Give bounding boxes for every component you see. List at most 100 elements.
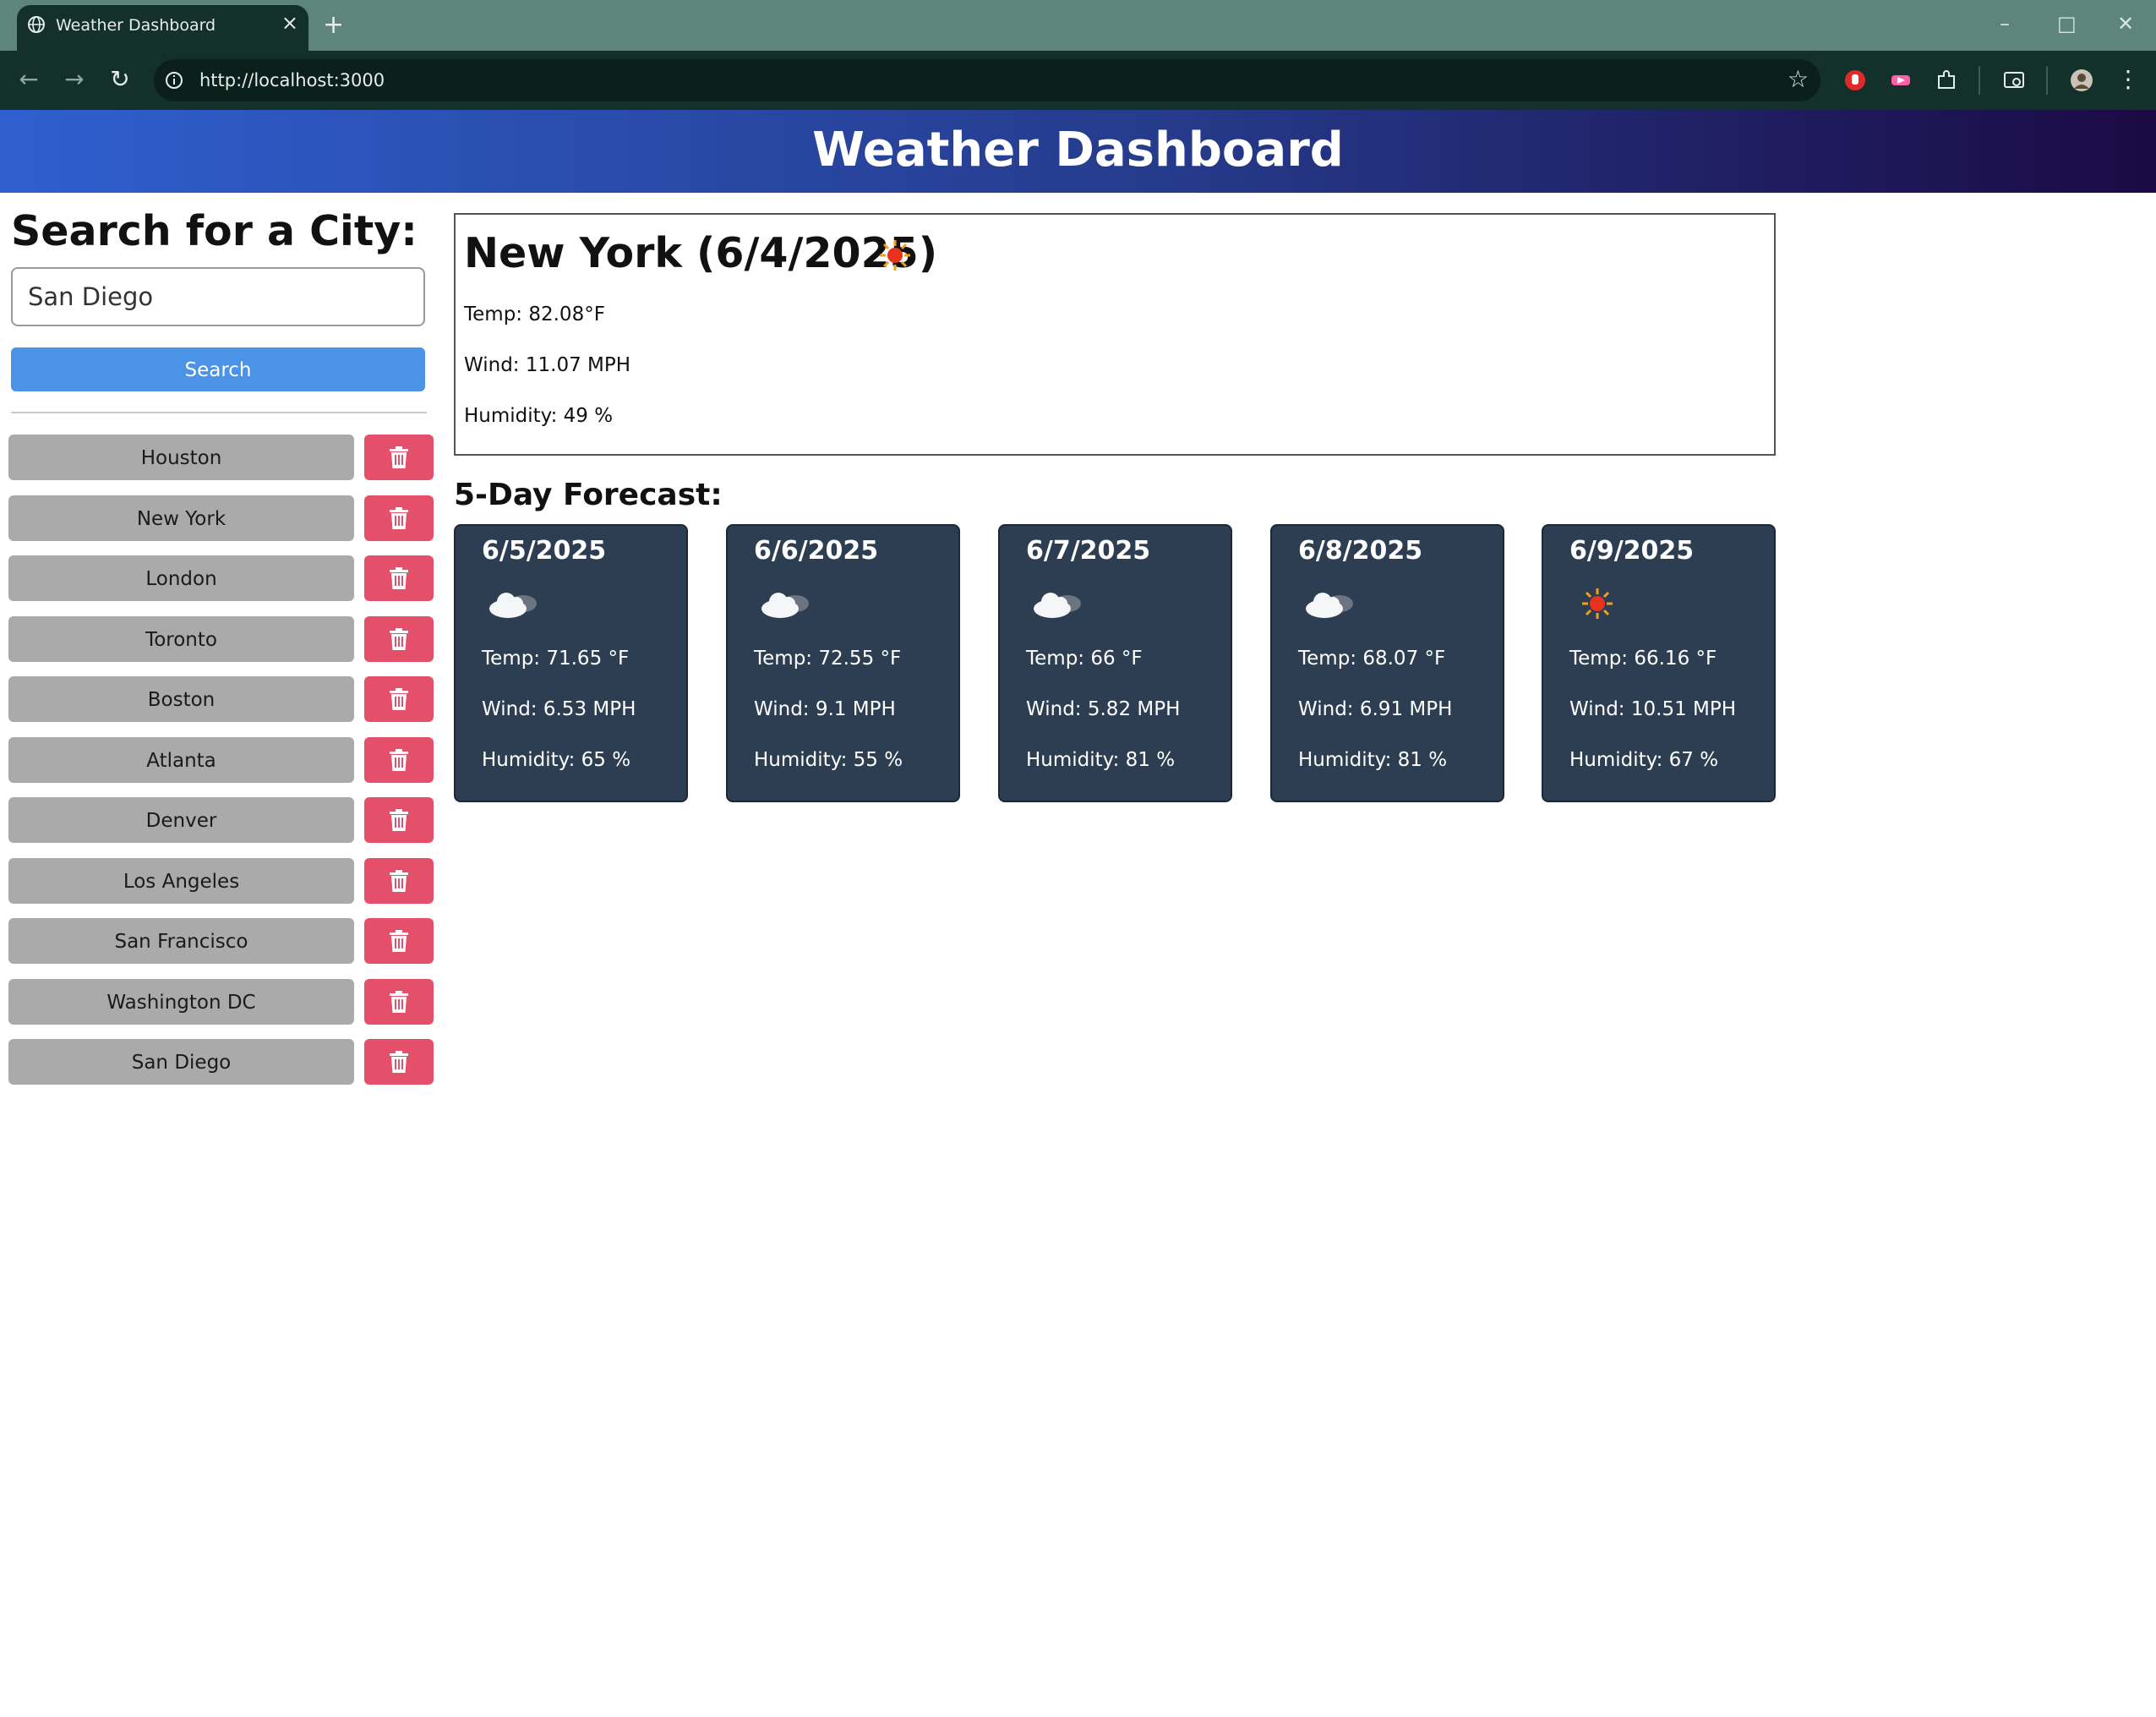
trash-icon (390, 869, 408, 892)
history-item: San Francisco (8, 918, 434, 964)
forecast-wind: Wind: 5.82 MPH (1026, 698, 1181, 720)
delete-city-button[interactable] (364, 978, 434, 1025)
forecast-temp: Temp: 66.16 °F (1569, 648, 1717, 670)
trash-icon (390, 809, 408, 831)
trash-icon (390, 688, 408, 710)
page-title: Weather Dashboard (812, 123, 1344, 178)
history-city-button[interactable]: Los Angeles (8, 857, 354, 904)
tab-title: Weather Dashboard (56, 16, 216, 35)
trash-icon (390, 567, 408, 589)
tab-search-icon[interactable] (2001, 68, 2027, 93)
forecast-date: 6/7/2025 (1026, 536, 1151, 566)
history-item: San Diego (8, 1039, 434, 1085)
delete-city-button[interactable] (364, 495, 434, 541)
history-item: New York (8, 495, 434, 541)
current-humidity: Humidity: 49 % (464, 405, 614, 427)
history-item: London (8, 555, 434, 601)
browser-tab-strip: Weather Dashboard × + – □ ✕ (0, 0, 2156, 51)
history-item: Boston (8, 676, 434, 722)
history-city-button[interactable]: San Diego (8, 1039, 354, 1085)
current-weather-title: New York (6/4/2025) (464, 229, 938, 277)
trash-icon (390, 506, 408, 529)
history-city-button[interactable]: London (8, 555, 354, 601)
delete-city-button[interactable] (364, 918, 434, 964)
back-icon[interactable]: ← (12, 63, 46, 96)
cloud-icon (1306, 593, 1353, 618)
maximize-icon[interactable]: □ (2057, 8, 2077, 39)
delete-city-button[interactable] (364, 435, 434, 480)
forecast-date: 6/5/2025 (482, 536, 607, 566)
browser-toolbar: ← → ↻ http://localhost:3000 ☆ ⋮ (0, 51, 2156, 110)
forecast-heading: 5-Day Forecast: (454, 478, 723, 512)
delete-city-button[interactable] (364, 615, 434, 662)
toolbar-separator (2046, 66, 2048, 95)
address-bar[interactable]: http://localhost:3000 ☆ (154, 59, 1820, 101)
url-text: http://localhost:3000 (199, 70, 385, 90)
forecast-date: 6/9/2025 (1569, 536, 1695, 566)
history-item: Atlanta (8, 736, 434, 783)
profile-avatar-icon[interactable] (2069, 68, 2094, 93)
window-close-icon[interactable]: ✕ (2117, 8, 2134, 39)
forward-icon[interactable]: → (57, 63, 91, 96)
forecast-temp: Temp: 72.55 °F (754, 648, 902, 670)
history-item: Washington DC (8, 978, 434, 1025)
reload-icon[interactable]: ↻ (103, 63, 137, 96)
delete-city-button[interactable] (364, 857, 434, 904)
history-city-button[interactable]: Atlanta (8, 736, 354, 783)
forecast-temp: Temp: 71.65 °F (482, 648, 630, 670)
new-tab-button[interactable]: + (323, 10, 344, 41)
page-header: Weather Dashboard (0, 110, 2156, 193)
history-city-button[interactable]: Denver (8, 797, 354, 843)
delete-city-button[interactable] (364, 555, 434, 601)
minimize-icon[interactable]: – (2000, 8, 2010, 39)
tab-close-icon[interactable]: × (281, 10, 298, 36)
forecast-temp: Temp: 66 °F (1026, 648, 1143, 670)
extensions-puzzle-icon[interactable] (1934, 68, 1959, 93)
trash-icon (390, 446, 408, 468)
forecast-temp: Temp: 68.07 °F (1298, 648, 1446, 670)
toolbar-separator (1979, 66, 1980, 95)
search-heading: Search for a City: (11, 207, 418, 255)
search-button[interactable]: Search (11, 347, 425, 391)
forecast-card: 6/5/2025 Temp: 71.65 °F Wind: 6.53 MPH H… (454, 524, 688, 802)
history-city-button[interactable]: New York (8, 495, 354, 541)
forecast-humidity: Humidity: 55 % (754, 749, 903, 771)
sun-icon (880, 240, 910, 271)
forecast-date: 6/8/2025 (1298, 536, 1423, 566)
forecast-card: 6/6/2025 Temp: 72.55 °F Wind: 9.1 MPH Hu… (726, 524, 960, 802)
forecast-card: 6/9/2025 Temp: 66.16 °F Wind: 10.51 MPH … (1542, 524, 1776, 802)
bookmark-star-icon[interactable]: ☆ (1788, 66, 1809, 93)
adblock-extension-icon[interactable] (1842, 68, 1868, 93)
delete-city-button[interactable] (364, 1039, 434, 1085)
forecast-wind: Wind: 10.51 MPH (1569, 698, 1737, 720)
trash-icon (390, 1051, 408, 1073)
history-city-button[interactable]: Toronto (8, 615, 354, 662)
site-info-icon[interactable] (164, 70, 184, 90)
browser-menu-icon[interactable]: ⋮ (2111, 63, 2145, 96)
cloud-icon (489, 593, 537, 618)
forecast-date: 6/6/2025 (754, 536, 879, 566)
delete-city-button[interactable] (364, 676, 434, 722)
sun-icon (1582, 588, 1613, 619)
city-search-input[interactable] (11, 267, 425, 326)
history-city-button[interactable]: Houston (8, 435, 354, 480)
browser-tab[interactable]: Weather Dashboard × (17, 5, 308, 51)
forecast-humidity: Humidity: 67 % (1569, 749, 1719, 771)
forecast-humidity: Humidity: 81 % (1026, 749, 1176, 771)
history-city-button[interactable]: Washington DC (8, 978, 354, 1025)
history-item: Toronto (8, 615, 434, 662)
forecast-wind: Wind: 6.91 MPH (1298, 698, 1453, 720)
history-item: Houston (8, 435, 434, 480)
extension-icon[interactable] (1888, 68, 1913, 93)
cloud-icon (761, 593, 809, 618)
forecast-humidity: Humidity: 65 % (482, 749, 631, 771)
delete-city-button[interactable] (364, 797, 434, 843)
forecast-wind: Wind: 9.1 MPH (754, 698, 896, 720)
history-city-button[interactable]: Boston (8, 676, 354, 722)
trash-icon (390, 748, 408, 771)
delete-city-button[interactable] (364, 736, 434, 783)
current-wind: Wind: 11.07 MPH (464, 354, 631, 376)
forecast-humidity: Humidity: 81 % (1298, 749, 1448, 771)
history-city-button[interactable]: San Francisco (8, 918, 354, 964)
history-item: Denver (8, 797, 434, 843)
